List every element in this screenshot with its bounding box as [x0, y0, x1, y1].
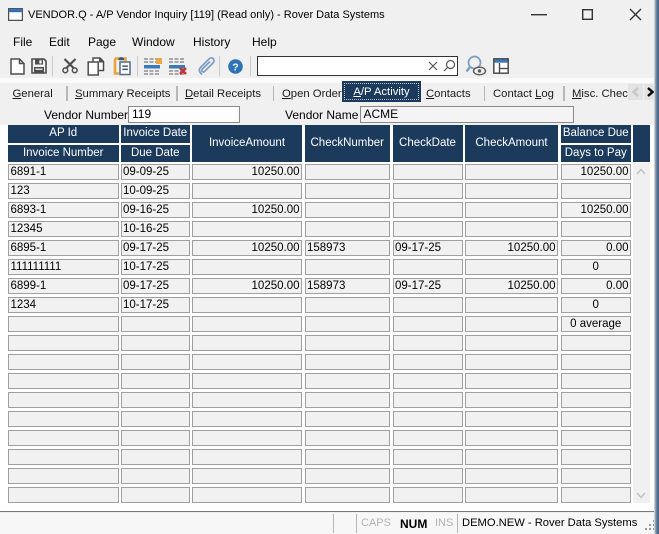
svg-text:?: ?	[232, 61, 238, 73]
